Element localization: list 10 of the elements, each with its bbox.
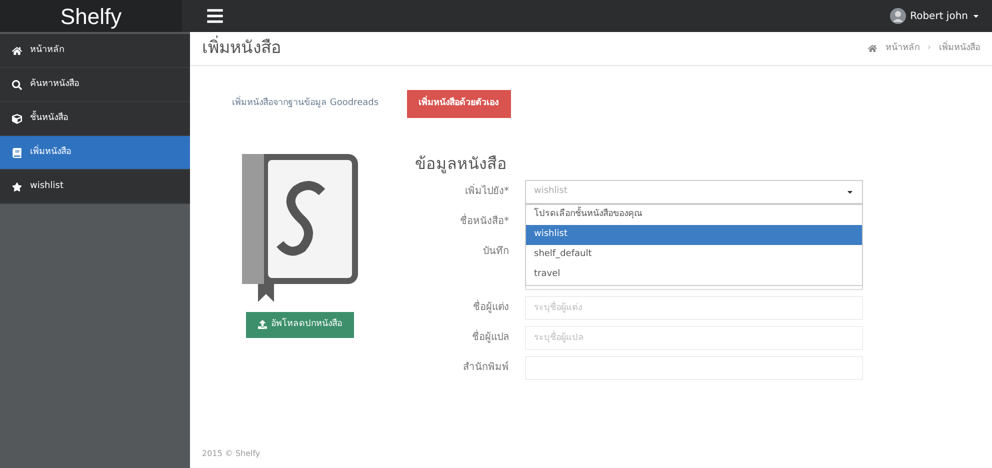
form-title: ข้อมูลหนังสือ — [415, 153, 508, 176]
field-label: สำนักพิมพ์ — [462, 360, 510, 375]
footer-text: 2015 © Shelfy — [201, 448, 262, 460]
field-label: บันทึก — [482, 245, 510, 259]
breadcrumb-separator: › — [927, 42, 931, 55]
field-label: ชื่อหนังสือ* — [415, 210, 525, 229]
field-label: ชื่อผู้แปล — [415, 326, 525, 345]
field-label: ชื่อผู้แต่ง — [415, 296, 525, 315]
page-title: เพิ่มหนังสือ — [202, 36, 281, 60]
field-label: เพิ่มไปยัง* — [415, 180, 525, 199]
